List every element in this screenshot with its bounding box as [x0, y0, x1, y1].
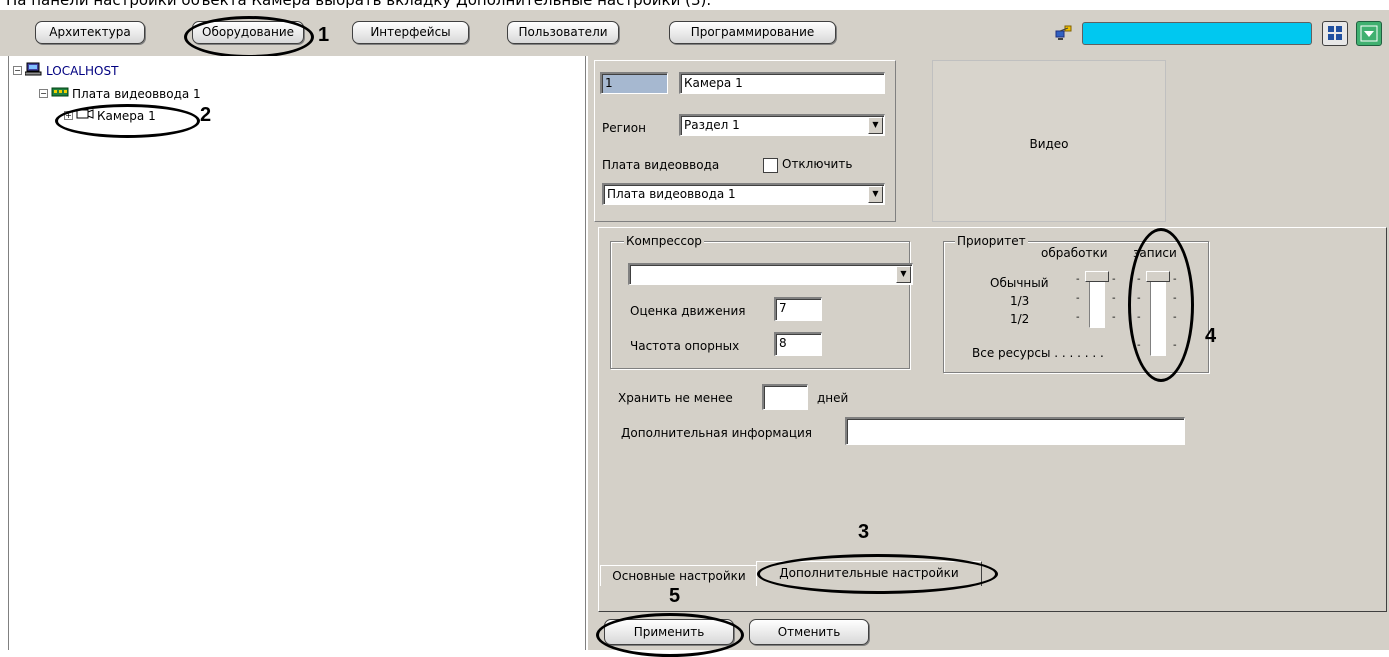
motion-label: Оценка движения	[630, 304, 746, 318]
motion-field[interactable]: 7	[774, 297, 822, 321]
collapse-icon[interactable]: −	[39, 89, 48, 98]
menu-dropdown-icon[interactable]	[1356, 21, 1382, 46]
slider-thumb[interactable]	[1146, 271, 1170, 282]
video-preview: Видео	[932, 60, 1166, 222]
compressor-select[interactable]: ▼	[628, 263, 913, 285]
priority-title: Приоритет	[955, 234, 1028, 248]
video-board-icon	[51, 86, 69, 101]
document-caption: На панели настройки объекта Камера выбра…	[6, 0, 712, 9]
tab-users[interactable]: Пользователи	[507, 21, 619, 44]
expand-icon[interactable]: +	[64, 111, 73, 120]
tab-interfaces[interactable]: Интерфейсы	[352, 21, 469, 44]
apply-button[interactable]: Применить	[604, 619, 734, 645]
settings-panel: 1 Камера 1 Регион Раздел 1 ▼ Плата видео…	[588, 56, 1389, 650]
board-value: Плата видеоввода 1	[607, 187, 736, 201]
additional-info-field[interactable]	[845, 417, 1185, 445]
tree-item-camera[interactable]: + Камера 1	[64, 108, 156, 123]
ref-frames-field[interactable]: 8	[774, 332, 822, 356]
collapse-icon[interactable]: −	[13, 66, 22, 75]
layout-icon[interactable]	[1322, 21, 1348, 46]
main-toolbar: Архитектура Оборудование Интерфейсы Поль…	[0, 10, 1389, 56]
video-label: Видео	[1029, 137, 1069, 151]
tab-architecture[interactable]: Архитектура	[35, 21, 145, 44]
cancel-button[interactable]: Отменить	[749, 619, 869, 645]
tab-equipment[interactable]: Оборудование	[192, 21, 304, 44]
annotation-number-1: 1	[318, 24, 330, 46]
recording-column-label: записи	[1133, 246, 1177, 260]
board-label: Плата видеоввода	[602, 158, 720, 172]
camera-id-field[interactable]: 1	[600, 72, 668, 94]
tab-extra-settings[interactable]: Дополнительные настройки	[756, 561, 982, 586]
camera-icon	[76, 108, 94, 123]
processing-column-label: обработки	[1041, 246, 1108, 260]
level-half-label: 1/2	[1010, 312, 1030, 326]
tree-item-label: Плата видеоввода 1	[72, 86, 201, 101]
keep-label: Хранить не менее	[618, 391, 733, 405]
additional-info-label: Дополнительная информация	[621, 426, 813, 440]
computer-icon	[24, 62, 43, 79]
slider-track	[1150, 276, 1166, 356]
level-normal-label: Обычный	[990, 276, 1049, 290]
dropdown-arrow-icon[interactable]: ▼	[896, 266, 911, 283]
ref-frames-label: Частота опорных	[630, 339, 740, 353]
tree-item-localhost[interactable]: − LOCALHOST	[13, 62, 118, 79]
slider-thumb[interactable]	[1085, 271, 1109, 282]
region-label: Регион	[602, 121, 646, 135]
level-third-label: 1/3	[1010, 294, 1030, 308]
status-bar	[1082, 22, 1312, 45]
level-all-label: Все ресурсы . . . . . . .	[972, 346, 1104, 360]
tree-item-board[interactable]: − Плата видеоввода 1	[39, 86, 201, 101]
annotation-number-4: 4	[1205, 325, 1217, 347]
days-label: дней	[817, 391, 849, 405]
disable-label: Отключить	[782, 157, 853, 171]
region-value: Раздел 1	[684, 118, 740, 132]
compressor-title: Компрессор	[624, 234, 704, 248]
annotation-number-3: 3	[858, 521, 870, 543]
tab-basic-settings[interactable]: Основные настройки	[600, 565, 758, 586]
tree-item-label: LOCALHOST	[46, 63, 119, 78]
dropdown-arrow-icon[interactable]: ▼	[868, 186, 883, 203]
disable-checkbox[interactable]	[763, 158, 778, 173]
tab-programming[interactable]: Программирование	[669, 21, 836, 44]
annotation-number-5: 5	[669, 585, 681, 607]
region-select[interactable]: Раздел 1 ▼	[679, 114, 885, 136]
network-status-icon	[1054, 23, 1074, 41]
slider-track	[1089, 276, 1105, 328]
annotation-number-2: 2	[200, 104, 212, 126]
object-tree: − LOCALHOST − Плата видеоввода 1 + Камер…	[8, 56, 586, 650]
board-select[interactable]: Плата видеоввода 1 ▼	[602, 183, 885, 205]
camera-name-field[interactable]: Камера 1	[679, 72, 885, 94]
keep-days-field[interactable]	[762, 384, 808, 410]
tree-item-label: Камера 1	[97, 108, 156, 123]
dropdown-arrow-icon[interactable]: ▼	[868, 117, 883, 134]
